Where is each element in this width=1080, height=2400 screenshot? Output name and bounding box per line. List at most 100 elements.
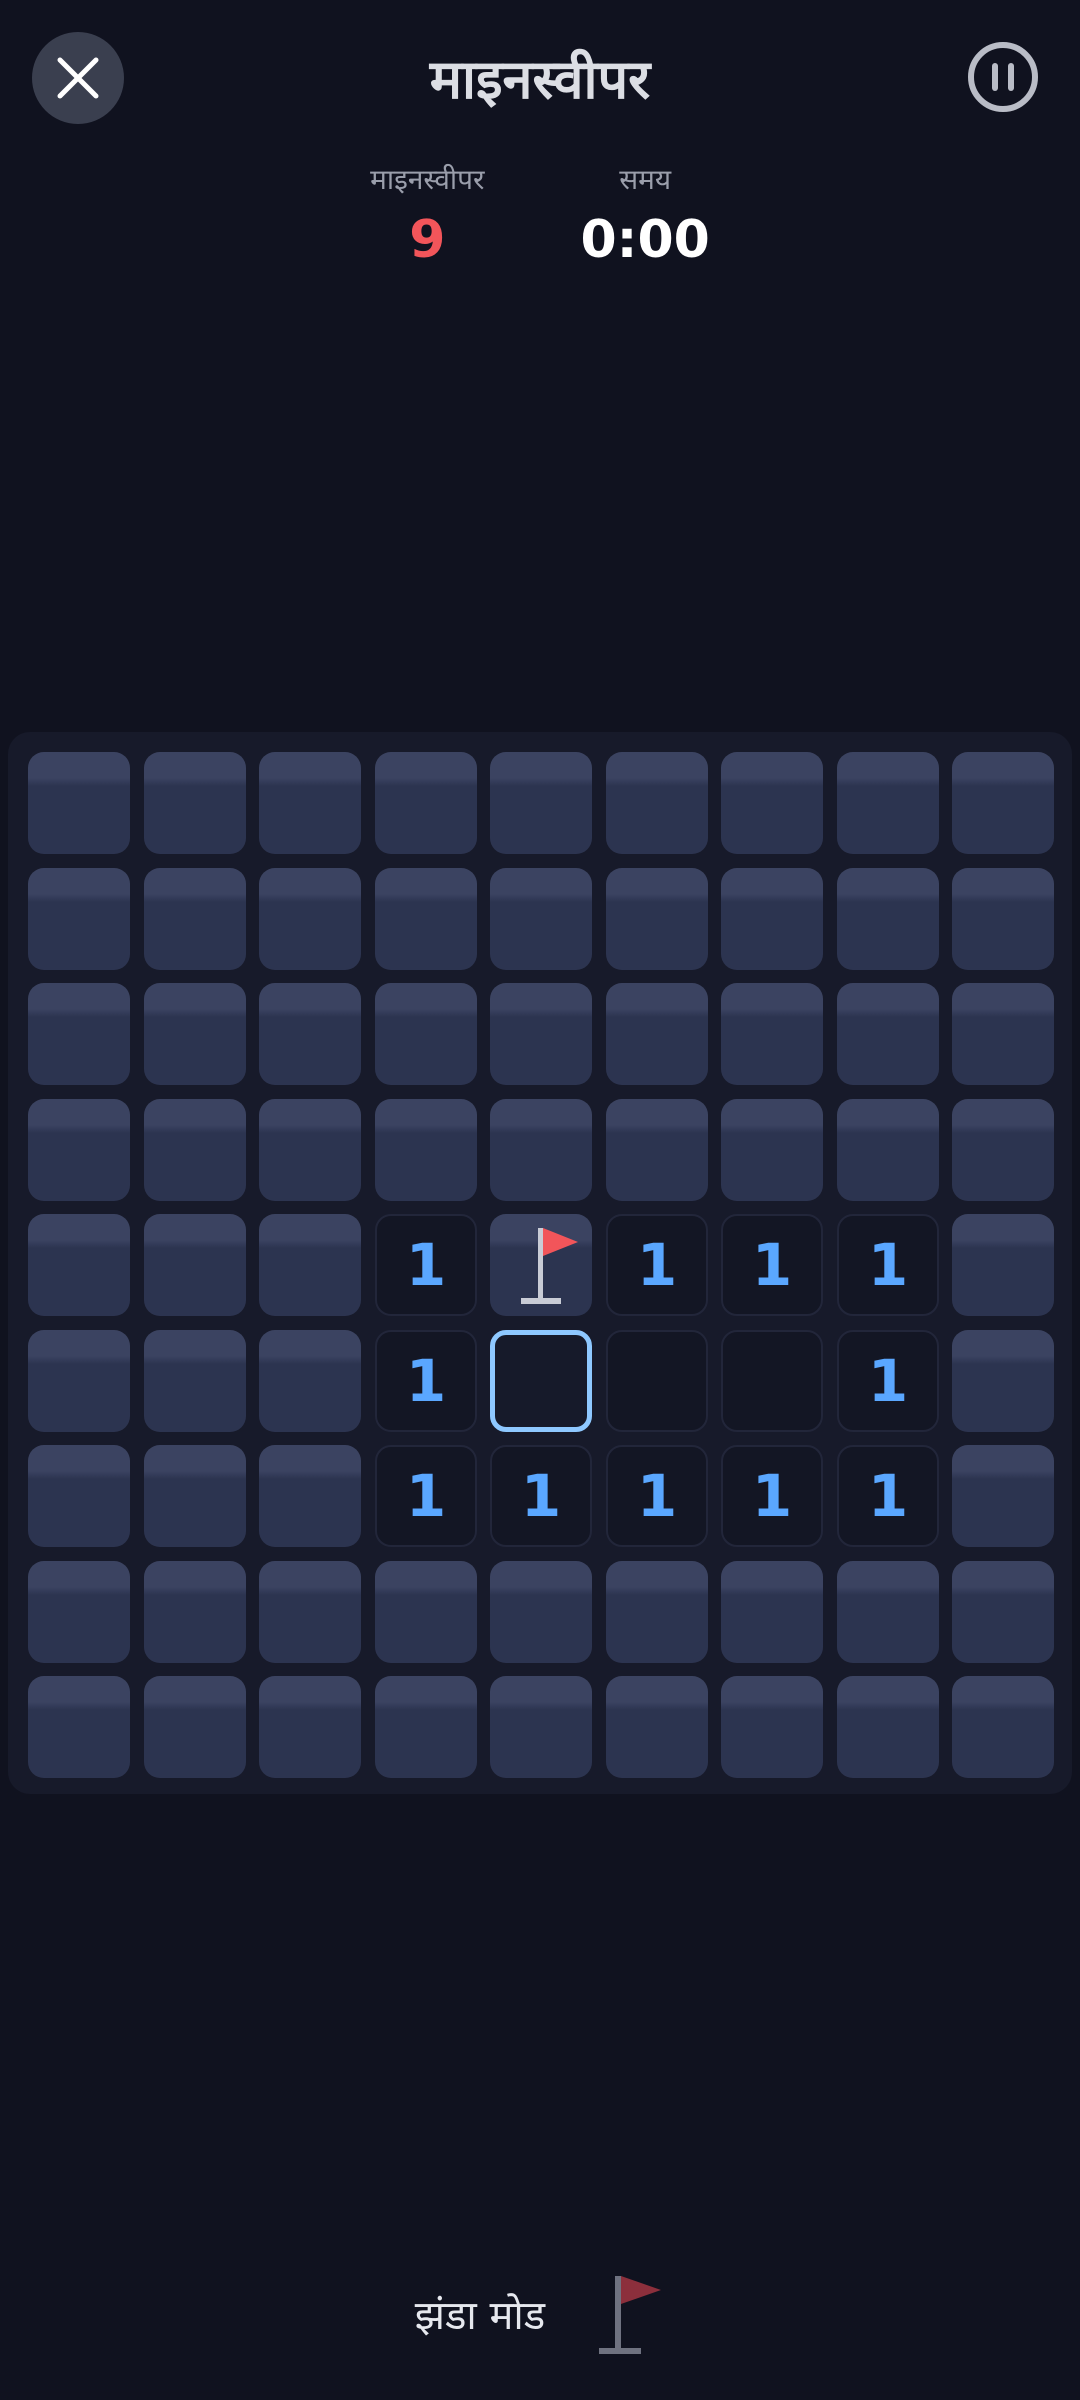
hidden-cell[interactable]	[259, 1214, 361, 1316]
hidden-cell[interactable]	[721, 868, 823, 970]
hidden-cell[interactable]	[375, 752, 477, 854]
hidden-cell[interactable]	[952, 868, 1054, 970]
cell-number: 1	[751, 1462, 793, 1530]
number-cell[interactable]: 1	[721, 1214, 823, 1316]
empty-cell[interactable]	[606, 1330, 708, 1432]
hidden-cell[interactable]	[144, 1330, 246, 1432]
hidden-cell[interactable]	[490, 868, 592, 970]
number-cell[interactable]: 1	[375, 1445, 477, 1547]
hidden-cell[interactable]	[28, 1445, 130, 1547]
cell-number: 1	[867, 1462, 909, 1530]
hidden-cell[interactable]	[952, 1445, 1054, 1547]
flag-icon	[521, 1228, 578, 1304]
hidden-cell[interactable]	[144, 868, 246, 970]
hidden-cell[interactable]	[259, 1676, 361, 1778]
hidden-cell[interactable]	[952, 1561, 1054, 1663]
hidden-cell[interactable]	[837, 752, 939, 854]
number-cell[interactable]: 1	[606, 1214, 708, 1316]
hidden-cell[interactable]	[721, 752, 823, 854]
hidden-cell[interactable]	[837, 1561, 939, 1663]
hidden-cell[interactable]	[259, 1099, 361, 1201]
minesweeper-board: 1 1 1 1 1 1 1 1 1 1 1	[8, 732, 1072, 1794]
hidden-cell[interactable]	[144, 752, 246, 854]
number-cell[interactable]: 1	[606, 1445, 708, 1547]
flag-mode-toggle[interactable]: झंडा मोड	[0, 2270, 1080, 2356]
hidden-cell[interactable]	[721, 983, 823, 1085]
hidden-cell[interactable]	[952, 752, 1054, 854]
hidden-cell[interactable]	[28, 752, 130, 854]
hidden-cell[interactable]	[837, 1099, 939, 1201]
hidden-cell[interactable]	[952, 1676, 1054, 1778]
hidden-cell[interactable]	[144, 983, 246, 1085]
hidden-cell[interactable]	[375, 1099, 477, 1201]
hidden-cell[interactable]	[28, 1330, 130, 1432]
hidden-cell[interactable]	[259, 1445, 361, 1547]
hidden-cell[interactable]	[490, 1676, 592, 1778]
flagged-cell[interactable]	[490, 1214, 592, 1316]
hidden-cell[interactable]	[952, 1214, 1054, 1316]
hidden-cell[interactable]	[28, 1561, 130, 1663]
mines-label: माइनस्वीपर	[370, 163, 485, 196]
hidden-cell[interactable]	[375, 1561, 477, 1663]
hidden-cell[interactable]	[28, 1676, 130, 1778]
hidden-cell[interactable]	[490, 983, 592, 1085]
hidden-cell[interactable]	[259, 752, 361, 854]
cell-number: 1	[867, 1347, 909, 1415]
hidden-cell[interactable]	[837, 983, 939, 1085]
hidden-cell[interactable]	[606, 1561, 708, 1663]
hidden-cell[interactable]	[721, 1561, 823, 1663]
number-cell[interactable]: 1	[490, 1445, 592, 1547]
cell-number: 1	[636, 1462, 678, 1530]
hidden-cell[interactable]	[952, 1099, 1054, 1201]
hidden-cell[interactable]	[259, 983, 361, 1085]
number-cell[interactable]: 1	[375, 1214, 477, 1316]
number-cell[interactable]: 1	[837, 1445, 939, 1547]
hidden-cell[interactable]	[375, 868, 477, 970]
hidden-cell[interactable]	[375, 983, 477, 1085]
hidden-cell[interactable]	[952, 1330, 1054, 1432]
hidden-cell[interactable]	[837, 1676, 939, 1778]
hidden-cell[interactable]	[490, 752, 592, 854]
hidden-cell[interactable]	[144, 1445, 246, 1547]
hidden-cell[interactable]	[952, 983, 1054, 1085]
flag-icon	[599, 2276, 662, 2354]
cell-number: 1	[405, 1347, 447, 1415]
hidden-cell[interactable]	[606, 983, 708, 1085]
hidden-cell[interactable]	[490, 1561, 592, 1663]
number-cell[interactable]: 1	[837, 1330, 939, 1432]
hidden-cell[interactable]	[28, 1099, 130, 1201]
pause-icon	[992, 63, 1014, 91]
hidden-cell[interactable]	[721, 1099, 823, 1201]
cell-number: 1	[520, 1462, 562, 1530]
hidden-cell[interactable]	[28, 868, 130, 970]
mines-counter: 9	[409, 210, 446, 270]
hidden-cell[interactable]	[837, 868, 939, 970]
mines-stat: माइनस्वीपर 9	[370, 160, 484, 270]
timer: 0:00	[580, 210, 710, 270]
hidden-cell[interactable]	[606, 868, 708, 970]
hidden-cell[interactable]	[144, 1214, 246, 1316]
hidden-cell[interactable]	[28, 1214, 130, 1316]
hidden-cell[interactable]	[259, 868, 361, 970]
hidden-cell[interactable]	[144, 1676, 246, 1778]
selected-cell[interactable]	[490, 1330, 592, 1432]
cell-number: 1	[636, 1231, 678, 1299]
hidden-cell[interactable]	[259, 1330, 361, 1432]
hidden-cell[interactable]	[375, 1676, 477, 1778]
number-cell[interactable]: 1	[721, 1445, 823, 1547]
empty-cell[interactable]	[721, 1330, 823, 1432]
number-cell[interactable]: 1	[375, 1330, 477, 1432]
hidden-cell[interactable]	[144, 1561, 246, 1663]
hidden-cell[interactable]	[28, 983, 130, 1085]
hidden-cell[interactable]	[606, 1099, 708, 1201]
number-cell[interactable]: 1	[837, 1214, 939, 1316]
pause-button[interactable]	[968, 42, 1038, 112]
hidden-cell[interactable]	[606, 752, 708, 854]
cell-number: 1	[405, 1231, 447, 1299]
hidden-cell[interactable]	[144, 1099, 246, 1201]
hidden-cell[interactable]	[721, 1676, 823, 1778]
time-label: समय	[619, 163, 672, 196]
hidden-cell[interactable]	[490, 1099, 592, 1201]
hidden-cell[interactable]	[606, 1676, 708, 1778]
hidden-cell[interactable]	[259, 1561, 361, 1663]
